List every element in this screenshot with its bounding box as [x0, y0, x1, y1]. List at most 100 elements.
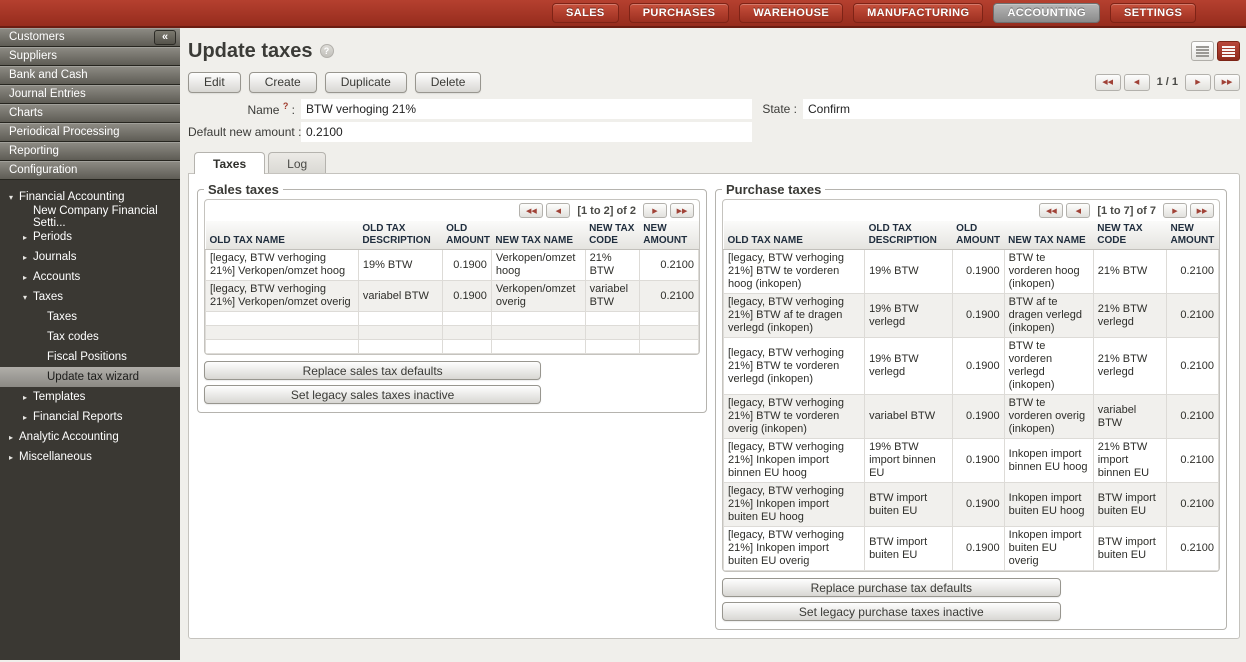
header-row: OLD TAX NAMEOLD TAX DESCRIPTIONOLD AMOUN… [206, 221, 699, 250]
top-bar: SALES PURCHASES WAREHOUSE MANUFACTURING ACCO… [0, 0, 1246, 28]
column-header[interactable]: OLD TAX DESCRIPTION [358, 221, 442, 250]
table-row[interactable]: [legacy, BTW verhoging 21%] Inkopen impo… [724, 483, 1219, 527]
name-field[interactable]: BTW verhoging 21% [301, 99, 752, 119]
sidebar-item-label: Journal Entries [9, 88, 86, 100]
sidebar-tree-item-accounts[interactable]: ▸Accounts [0, 267, 180, 287]
top-menu-accounting[interactable]: ACCOUNTING [993, 3, 1100, 23]
sidebar-item-customers[interactable]: Customers« [0, 28, 180, 47]
button-replace-purchase-tax-defaults[interactable]: Replace purchase tax defaults [722, 578, 1061, 597]
tab-taxes[interactable]: Taxes [194, 152, 265, 174]
column-header[interactable]: OLD AMOUNT [442, 221, 491, 250]
sidebar-tree-item-periods[interactable]: ▸Periods [0, 227, 180, 247]
pager-prev-button[interactable]: ◀ [546, 203, 570, 218]
table-cell: BTW te vorderen hoog (inkopen) [1004, 250, 1093, 294]
tab-log[interactable]: Log [268, 152, 326, 174]
top-menu-purchases[interactable]: PURCHASES [629, 3, 730, 23]
sidebar-tree-item-financial-reports[interactable]: ▸Financial Reports [0, 407, 180, 427]
purchase-taxes-table: OLD TAX NAMEOLD TAX DESCRIPTIONOLD AMOUN… [723, 221, 1219, 571]
tree-item-label: Tax codes [47, 331, 99, 343]
column-header[interactable]: NEW TAX NAME [1004, 221, 1093, 250]
column-header[interactable]: OLD AMOUNT [952, 221, 1004, 250]
create-button[interactable]: Create [249, 72, 317, 93]
sidebar-item-charts[interactable]: Charts [0, 104, 180, 123]
sidebar-collapse-icon[interactable]: « [154, 30, 176, 45]
table-row[interactable]: [legacy, BTW verhoging 21%] BTW af te dr… [724, 294, 1219, 338]
sidebar-tree-item-update-tax-wizard[interactable]: Update tax wizard [0, 367, 180, 387]
sidebar-tree-item-financial-accounting[interactable]: ▾Financial Accounting [0, 187, 180, 207]
sidebar-item-label: Periodical Processing [9, 126, 120, 138]
pager-first-button[interactable]: ◀◀ [1095, 74, 1121, 91]
sidebar-tree-item-tax-codes[interactable]: Tax codes [0, 327, 180, 347]
sidebar-item-configuration[interactable]: Configuration [0, 161, 180, 180]
column-header[interactable]: NEW AMOUNT [639, 221, 698, 250]
top-menu-settings[interactable]: SETTINGS [1110, 3, 1196, 23]
sidebar-item-bank-and-cash[interactable]: Bank and Cash [0, 66, 180, 85]
sidebar-item-journal-entries[interactable]: Journal Entries [0, 85, 180, 104]
top-menu-manufacturing[interactable]: MANUFACTURING [853, 3, 983, 23]
top-menu-warehouse[interactable]: WAREHOUSE [739, 3, 843, 23]
table-cell: [legacy, BTW verhoging 21%] BTW af te dr… [724, 294, 865, 338]
sidebar-tree-item-analytic-accounting[interactable]: ▸Analytic Accounting [0, 427, 180, 447]
table-row[interactable]: [legacy, BTW verhoging 21%] BTW te vorde… [724, 338, 1219, 395]
sidebar-tree-item-taxes[interactable]: ▾Taxes [0, 287, 180, 307]
table-row[interactable]: [legacy, BTW verhoging 21%] BTW te vorde… [724, 250, 1219, 294]
pager-prev-button[interactable]: ◀ [1066, 203, 1090, 218]
sidebar-tree-item-fiscal-positions[interactable]: Fiscal Positions [0, 347, 180, 367]
sidebar-item-reporting[interactable]: Reporting [0, 142, 180, 161]
tree-item-label: Analytic Accounting [19, 431, 119, 443]
table-row[interactable]: [legacy, BTW verhoging 21%] BTW te vorde… [724, 395, 1219, 439]
pager-first-button[interactable]: ◀◀ [519, 203, 543, 218]
sidebar-tree-item-templates[interactable]: ▸Templates [0, 387, 180, 407]
edit-button[interactable]: Edit [188, 72, 241, 93]
pager-prev-button[interactable]: ◀ [1124, 74, 1150, 91]
table-cell: Inkopen import buiten EU hoog [1004, 483, 1093, 527]
column-header[interactable]: OLD TAX DESCRIPTION [865, 221, 953, 250]
pager-next-button[interactable]: ▶ [1185, 74, 1211, 91]
pager-next-button[interactable]: ▶ [643, 203, 667, 218]
top-menu-sales[interactable]: SALES [552, 3, 619, 23]
column-header[interactable]: NEW TAX CODE [585, 221, 639, 250]
tree-right-arrow-icon: ▸ [23, 253, 33, 262]
purchase-taxes-fieldset: Purchase taxes ◀◀◀[1 to 7] of 7▶▶▶ OLD T… [715, 182, 1227, 630]
column-header[interactable]: NEW TAX NAME [491, 221, 585, 250]
table-row[interactable]: [legacy, BTW verhoging 21%] Verkopen/omz… [206, 281, 699, 312]
table-cell: 21% BTW verlegd [1093, 338, 1166, 395]
sidebar-item-label: Reporting [9, 145, 59, 157]
list-view-icon[interactable] [1191, 41, 1214, 61]
form-view-icon[interactable] [1217, 41, 1240, 61]
pager-range-label: [1 to 7] of 7 [1097, 205, 1156, 217]
duplicate-button[interactable]: Duplicate [325, 72, 407, 93]
table-row[interactable]: [legacy, BTW verhoging 21%] Inkopen impo… [724, 527, 1219, 571]
sidebar-tree-item-miscellaneous[interactable]: ▸Miscellaneous [0, 447, 180, 467]
sidebar-tree-item-taxes[interactable]: Taxes [0, 307, 180, 327]
default-new-amount-field[interactable]: 0.2100 [301, 122, 752, 142]
sidebar-tree-item-new-company-financial-setti-[interactable]: New Company Financial Setti... [0, 207, 180, 227]
table-cell: 19% BTW [865, 250, 953, 294]
button-replace-sales-tax-defaults[interactable]: Replace sales tax defaults [204, 361, 541, 380]
button-set-legacy-purchase-taxes-inactive[interactable]: Set legacy purchase taxes inactive [722, 602, 1061, 621]
tree-item-label: Fiscal Positions [47, 351, 127, 363]
pager-first-button[interactable]: ◀◀ [1039, 203, 1063, 218]
table-row[interactable]: [legacy, BTW verhoging 21%] Inkopen impo… [724, 439, 1219, 483]
pager-last-button[interactable]: ▶▶ [670, 203, 694, 218]
name-help-icon[interactable]: ? [283, 101, 289, 111]
state-field[interactable]: Confirm [803, 99, 1240, 119]
table-row[interactable]: [legacy, BTW verhoging 21%] Verkopen/omz… [206, 250, 699, 281]
sidebar-tree-item-journals[interactable]: ▸Journals [0, 247, 180, 267]
tree-item-label: Journals [33, 251, 76, 263]
tree-right-arrow-icon: ▸ [9, 453, 19, 462]
delete-button[interactable]: Delete [415, 72, 482, 93]
sidebar-item-suppliers[interactable]: Suppliers [0, 47, 180, 66]
column-header[interactable]: OLD TAX NAME [206, 221, 359, 250]
column-header[interactable]: NEW AMOUNT [1166, 221, 1218, 250]
column-header[interactable]: OLD TAX NAME [724, 221, 865, 250]
column-header[interactable]: NEW TAX CODE [1093, 221, 1166, 250]
sidebar-item-periodical-processing[interactable]: Periodical Processing [0, 123, 180, 142]
table-cell: 0.2100 [1166, 338, 1218, 395]
pager-last-button[interactable]: ▶▶ [1214, 74, 1240, 91]
pager-last-button[interactable]: ▶▶ [1190, 203, 1214, 218]
pager-next-button[interactable]: ▶ [1163, 203, 1187, 218]
table-empty-cell [358, 340, 442, 354]
help-icon[interactable]: ? [320, 44, 334, 58]
button-set-legacy-sales-taxes-inactive[interactable]: Set legacy sales taxes inactive [204, 385, 541, 404]
